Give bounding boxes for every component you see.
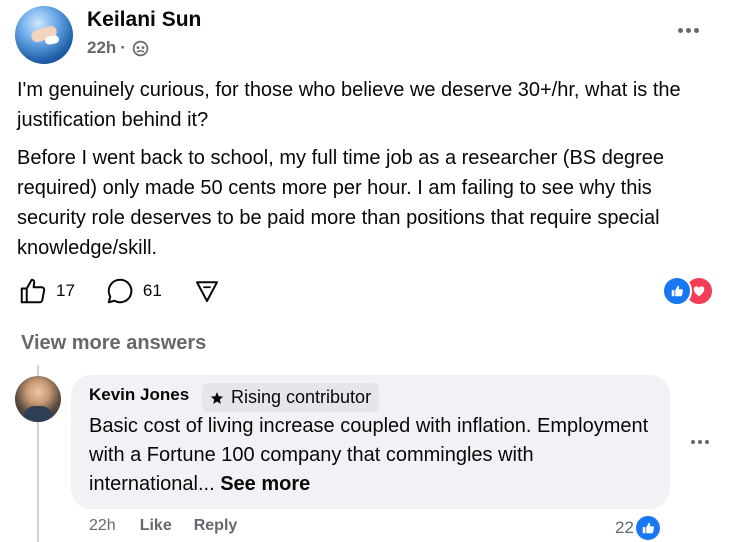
- post-reactions[interactable]: [662, 276, 714, 306]
- downvote-button[interactable]: [192, 276, 222, 306]
- comment-button[interactable]: 61: [105, 276, 162, 306]
- post-timestamp[interactable]: 22h: [87, 38, 116, 58]
- avatar-figure-detail: [44, 34, 60, 46]
- avatar-shirt: [23, 406, 53, 422]
- commenter-name[interactable]: Kevin Jones: [89, 385, 189, 405]
- comment-icon: [107, 278, 133, 304]
- comment-like-button[interactable]: Like: [140, 517, 172, 535]
- see-more-link[interactable]: See more: [220, 473, 310, 495]
- post-meta: 22h ·: [87, 38, 149, 58]
- comment-options-icon[interactable]: [685, 430, 715, 454]
- group-audience-icon: [132, 40, 149, 56]
- post-author-name[interactable]: Keilani Sun: [87, 8, 201, 32]
- commenter-avatar[interactable]: [15, 376, 61, 422]
- meta-separator: ·: [120, 38, 126, 57]
- badge-label: Rising contributor: [231, 387, 372, 407]
- upvote-count: 17: [56, 281, 75, 300]
- comment-text: Basic cost of living increase coupled wi…: [89, 412, 659, 499]
- comment-reactions[interactable]: 22: [615, 514, 660, 542]
- comment-count: 61: [142, 281, 162, 300]
- comment-reply-button[interactable]: Reply: [194, 517, 238, 535]
- comment-reaction-count: 22: [615, 518, 634, 537]
- thumbs-up-icon: [20, 278, 46, 304]
- post-paragraph-1: I'm genuinely curious, for those who bel…: [17, 79, 681, 131]
- upvote-button[interactable]: 17: [18, 276, 75, 306]
- post-action-bar: 17 61: [18, 274, 252, 308]
- comment-footer: 22h Like Reply: [89, 517, 259, 535]
- author-avatar[interactable]: [15, 6, 73, 64]
- post-paragraph-2: Before I went back to school, my full ti…: [17, 147, 664, 259]
- comment-like-reaction-icon: [635, 516, 660, 540]
- view-more-answers-link[interactable]: View more answers: [21, 332, 206, 355]
- rising-contributor-badge[interactable]: Rising contributor: [202, 383, 380, 412]
- downvote-icon: [195, 281, 218, 302]
- like-reaction-icon: [662, 276, 692, 306]
- post-options-icon[interactable]: [673, 18, 703, 42]
- comment-timestamp[interactable]: 22h: [89, 517, 116, 535]
- star-icon: [210, 391, 224, 404]
- comment-body: Basic cost of living increase coupled wi…: [89, 415, 649, 495]
